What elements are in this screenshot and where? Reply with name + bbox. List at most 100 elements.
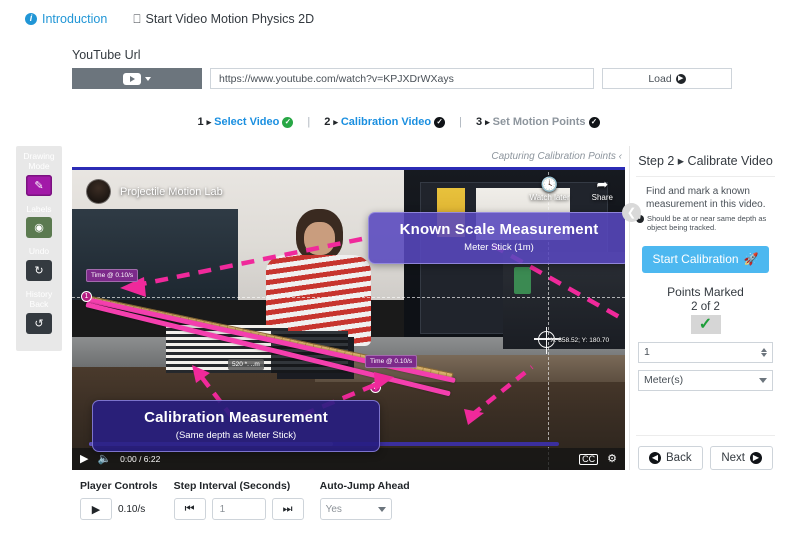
rocket-icon: 🚀 — [743, 252, 759, 267]
drawing-mode-label-line2: Mode — [28, 160, 50, 171]
back-button-label: Back — [666, 451, 692, 464]
points-marked-label: Points Marked — [667, 284, 744, 299]
player-controls-row: Player Controls ▶ 0.10/s Step Interval (… — [80, 480, 426, 520]
panel-note-text: Should be at or near same depth as objec… — [647, 214, 767, 233]
info-icon: i — [25, 12, 37, 25]
calibration-panel: ❮ Step 2 ▸ Calibrate Video Find and mark… — [622, 146, 781, 470]
labels-toggle-button[interactable]: ◉ — [26, 217, 52, 239]
video-channel-info[interactable]: Projectile Motion Lab — [86, 179, 223, 204]
time-tag-bottom: Time @ 0.10/s — [365, 355, 418, 368]
known-scale-callout: Known Scale Measurement Meter Stick (1m) — [368, 212, 625, 264]
step-forward-button[interactable]: ⏭ — [271, 498, 304, 520]
calibration-point-1[interactable]: 1 — [81, 291, 92, 302]
captions-icon[interactable]: CC — [579, 453, 599, 465]
history-back-label: History Back — [25, 289, 53, 310]
known-scale-callout-title: Known Scale Measurement — [399, 221, 599, 238]
calibration-callout-title: Calibration Measurement — [144, 409, 328, 426]
unit-select[interactable]: Meter(s) — [638, 369, 773, 391]
step-indicator: 1 ▸ Select Video ✓ | 2 ▸ Calibration Vid… — [0, 116, 797, 128]
check-circle-black-icon: ✓ — [434, 116, 446, 128]
tab-start-video-label: Start Video Motion Physics 2D — [145, 11, 315, 26]
distance-input[interactable]: 1 — [638, 341, 773, 363]
step-arrow-icon: ▸ — [485, 116, 490, 127]
video-time: 0:00 / 6:22 — [120, 454, 161, 464]
arrow-right-circle-icon: ▶ — [675, 73, 686, 84]
share-action[interactable]: ➦ Share — [592, 177, 613, 202]
player-controls-group: Player Controls ▶ 0.10/s — [80, 480, 158, 520]
panel-note: i Should be at or near same depth as obj… — [636, 214, 775, 233]
step-3-set-motion-points[interactable]: 3 ▸ Set Motion Points ✓ — [476, 116, 600, 128]
points-marked-check-icon: ✓ — [690, 314, 721, 334]
scene-bottle — [514, 266, 531, 295]
clock-icon: 🕓 — [540, 176, 559, 192]
playback-rate: 0.10/s — [118, 503, 146, 515]
step-arrow-icon: ▸ — [333, 116, 338, 127]
number-stepper[interactable] — [761, 347, 767, 357]
avatar — [86, 179, 111, 204]
unit-select-value: Meter(s) — [644, 374, 684, 387]
drawing-mode-label-line1: Drawing — [23, 151, 55, 161]
watch-later-label: Watch later — [529, 193, 570, 202]
undo-button[interactable]: ↻ — [26, 260, 52, 282]
scene-person-face — [304, 221, 335, 255]
panel-title: Step 2 ▸ Calibrate Video — [636, 146, 775, 177]
capturing-status-label: Capturing Calibration Points — [491, 151, 616, 162]
mute-icon[interactable]: 🔈 — [97, 453, 111, 465]
pixel-distance-tag: 520 *. ..m — [228, 359, 264, 370]
drawing-toolbar: Drawing Mode ✎ Labels ◉ Undo ↻ History B… — [16, 146, 62, 351]
back-button[interactable]: ◀ Back — [638, 445, 703, 470]
drawing-mode-button[interactable]: ✎ — [26, 174, 52, 196]
auto-jump-select[interactable]: Yes — [319, 498, 392, 520]
youtube-source-button[interactable] — [72, 68, 202, 89]
share-arrow-icon: ➦ — [596, 176, 609, 192]
step-separator: | — [459, 116, 462, 128]
toggle-icon: ◉ — [34, 222, 44, 235]
play-icon: ▶ — [91, 503, 101, 516]
stepper-down-icon[interactable] — [761, 352, 767, 357]
player-controls-heading: Player Controls — [80, 480, 158, 492]
step-back-button[interactable]: ⏮ — [173, 498, 206, 520]
next-button[interactable]: Next ▶ — [710, 445, 773, 470]
play-icon[interactable]: ▶ — [80, 453, 88, 465]
time-tag-top: Time @ 0.10/s — [86, 269, 139, 282]
history-back-label-line2: Back — [29, 298, 49, 309]
skip-previous-icon: ⏮ — [184, 502, 195, 515]
tab-introduction[interactable]: i Introduction — [16, 7, 116, 31]
coordinate-readout: X: 858.52; Y: 180.70 — [550, 336, 610, 344]
settings-gear-icon[interactable]: ⚙ — [607, 453, 617, 465]
step-2-calibration-video[interactable]: 2 ▸ Calibration Video ✓ — [324, 116, 446, 128]
step-interval-group: Step Interval (Seconds) ⏮ 1 ⏭ — [173, 480, 304, 520]
chevron-down-icon — [759, 377, 767, 383]
start-calibration-label: Start Calibration — [652, 252, 739, 267]
chevron-left-icon: ‹ — [618, 151, 622, 162]
check-circle-green-icon: ✓ — [282, 116, 294, 128]
youtube-play-icon — [123, 72, 141, 85]
start-calibration-button[interactable]: Start Calibration 🚀 — [642, 245, 769, 273]
tab-start-video-motion-physics-2d[interactable]: ⎕ Start Video Motion Physics 2D — [124, 7, 323, 31]
load-button[interactable]: Load ▶ — [602, 68, 732, 89]
watch-later-action[interactable]: 🕓 Watch later — [529, 177, 569, 202]
monitor-icon: ⎕ — [133, 11, 141, 26]
step-arrow-icon: ▸ — [206, 116, 212, 127]
stepper-up-icon[interactable] — [761, 347, 767, 352]
drawing-mode-label: Drawing Mode — [23, 151, 55, 172]
video-player[interactable]: Projectile Motion Lab 🕓 Watch later ➦ Sh… — [72, 167, 625, 470]
youtube-url-input[interactable] — [210, 68, 594, 89]
arrow-right-circle-icon: ▶ — [750, 451, 762, 464]
step-2-label: Calibration Video — [340, 116, 432, 128]
play-button[interactable]: ▶ — [80, 498, 112, 520]
history-back-button[interactable]: ↺ — [26, 312, 52, 334]
calibration-point-2[interactable]: 2 — [370, 382, 381, 393]
video-title: Projectile Motion Lab — [120, 185, 223, 198]
history-clock-icon: ↺ — [34, 317, 44, 330]
step-1-select-video[interactable]: 1 ▸ Select Video ✓ — [197, 116, 294, 128]
pencil-square-icon: ✎ — [34, 179, 44, 192]
panel-collapse-button[interactable]: ❮ — [622, 203, 641, 222]
auto-jump-value: Yes — [325, 503, 342, 515]
step-interval-input[interactable]: 1 — [211, 498, 266, 520]
panel-description: Find and mark a known measurement in thi… — [646, 186, 766, 210]
youtube-url-label: YouTube Url — [72, 48, 141, 62]
panel-footer: ◀ Back Next ▶ — [636, 434, 775, 470]
step-2-number: 2 — [324, 116, 331, 128]
history-back-label-line1: History — [25, 289, 53, 300]
